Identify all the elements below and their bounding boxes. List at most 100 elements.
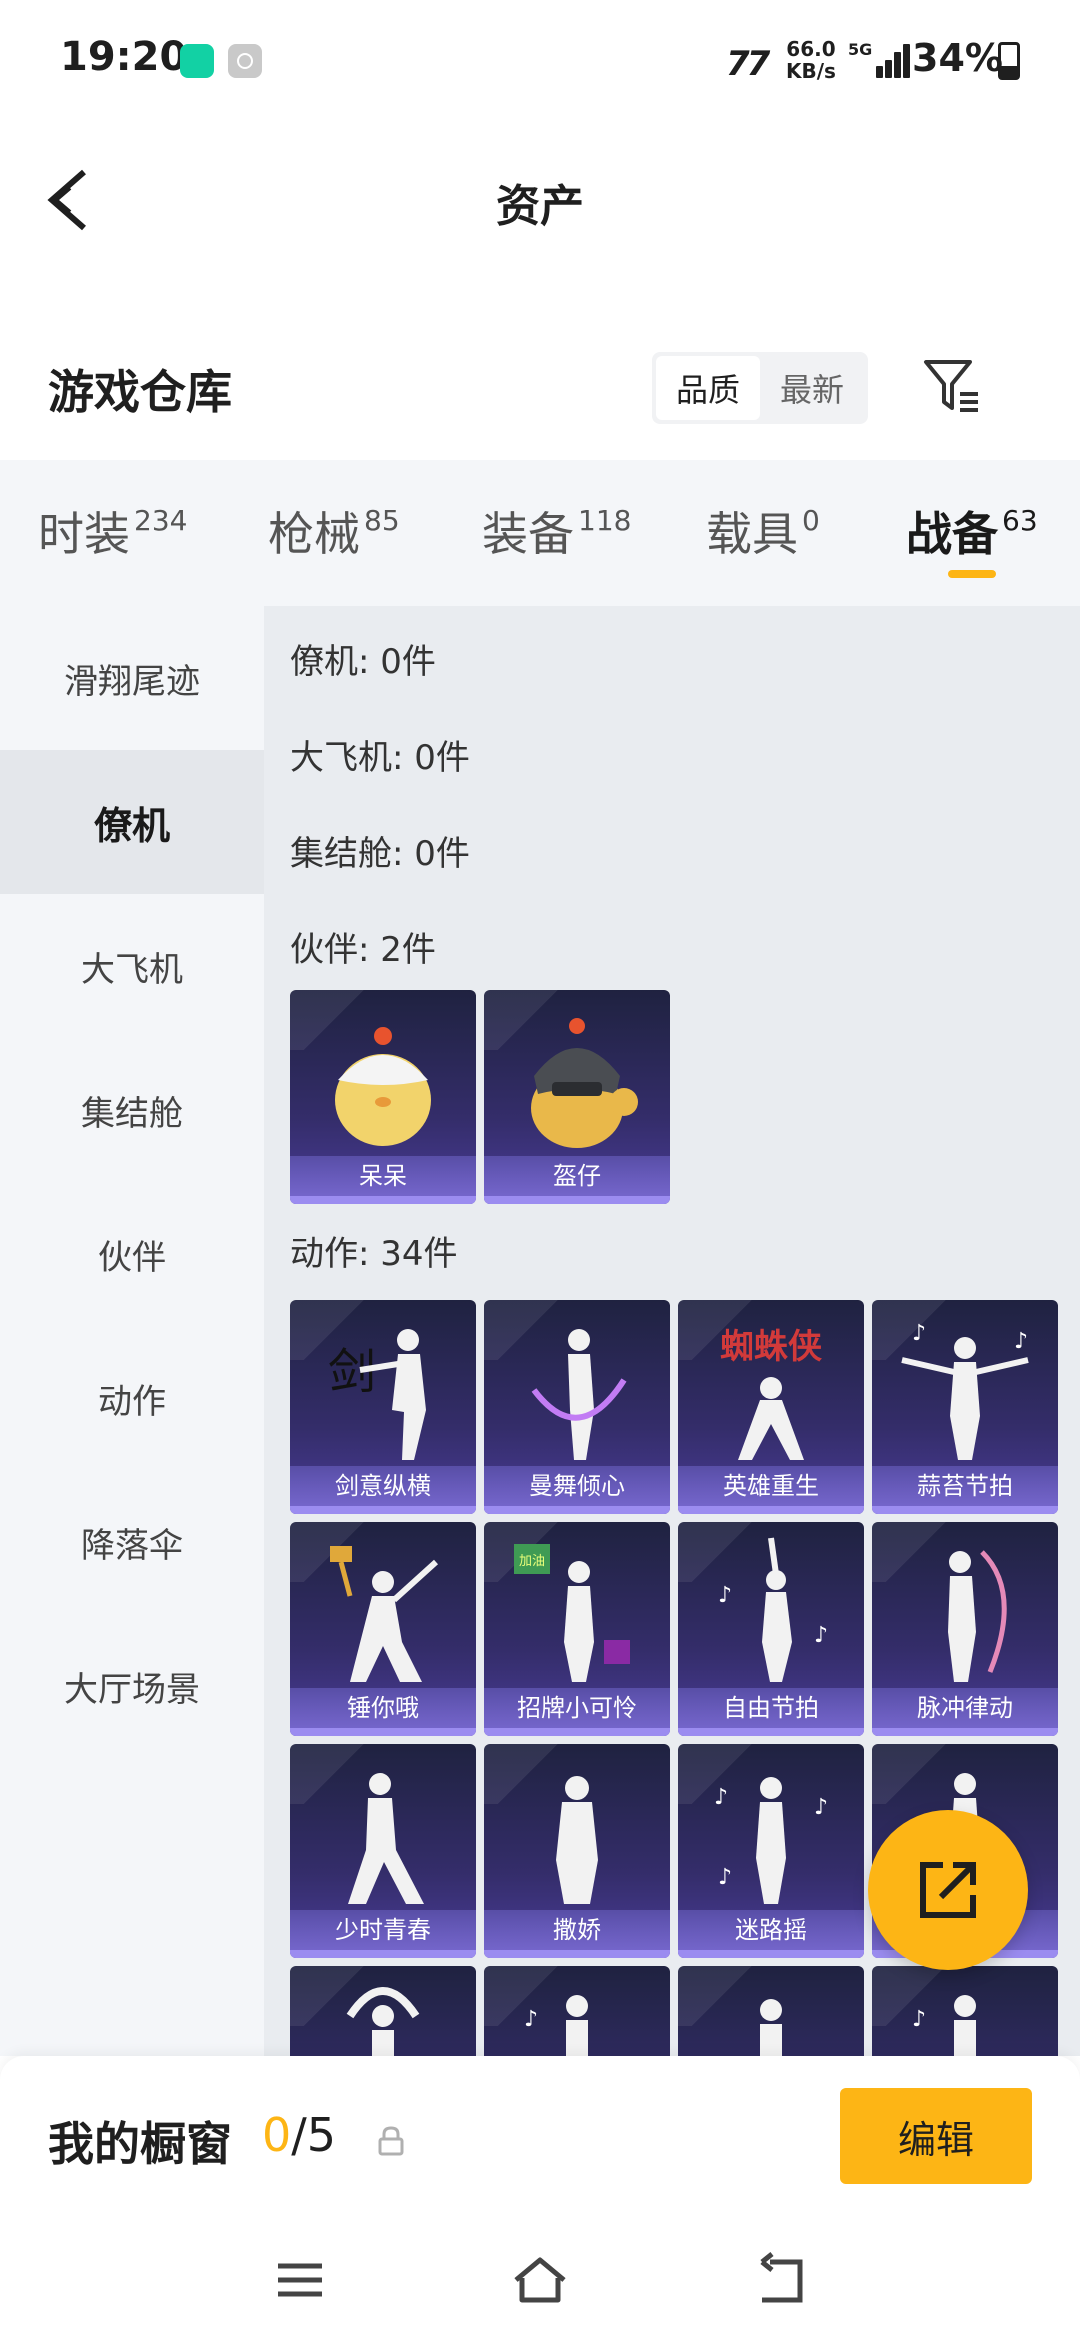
item-card[interactable]: 曼舞倾心 (484, 1300, 670, 1514)
item-card[interactable]: ♪ ♪ 蒜苔节拍 (872, 1300, 1058, 1514)
side-item-lobby-scene[interactable]: 大厅场景 (0, 1614, 264, 1758)
item-name: 盔仔 (484, 1156, 670, 1196)
section-label-big-plane: 大飞机: 0件 (290, 738, 470, 778)
category-tabs: 时装 234 枪械 85 装备 118 载具 0 战备 63 (0, 460, 1080, 606)
signal-icon (868, 42, 910, 78)
tab-equipment[interactable]: 装备 118 (482, 498, 631, 564)
item-card[interactable]: 盔仔 (484, 990, 670, 1204)
item-name: 剑意纵横 (290, 1466, 476, 1506)
svg-text:♪: ♪ (714, 1785, 728, 1810)
svg-text:剑: 剑 (328, 1344, 376, 1400)
side-nav: 滑翔尾迹 僚机 大飞机 集结舱 伙伴 动作 降落伞 大厅场景 (0, 606, 264, 2056)
emote-figure (760, 1999, 782, 2056)
side-item-emote[interactable]: 动作 (0, 1326, 264, 1470)
emote-figure (948, 1550, 1007, 1682)
section-label-partner: 伙伴: 2件 (290, 930, 436, 970)
showcase-bar: 我的橱窗 0/5 编辑 (0, 2056, 1080, 2216)
section-label-pod: 集结舱: 0件 (290, 834, 470, 874)
tab-fashion[interactable]: 时装 234 (38, 498, 187, 564)
emote-figure (346, 1987, 420, 2056)
svg-text:蜘蛛侠: 蜘蛛侠 (720, 1327, 823, 1367)
svg-text:♪: ♪ (814, 1623, 828, 1648)
item-name: 自由节拍 (678, 1688, 864, 1728)
svg-text:♪: ♪ (1014, 1329, 1028, 1354)
item-card[interactable]: 少时青春 (290, 1744, 476, 1958)
speed-value: 66.0 (786, 37, 836, 61)
side-item-parachute[interactable]: 降落伞 (0, 1470, 264, 1614)
lock-icon (378, 2126, 404, 2156)
item-card[interactable]: 剑 剑意纵横 (290, 1300, 476, 1514)
item-card[interactable] (290, 1966, 476, 2056)
showcase-label: 我的橱窗 (48, 2117, 232, 2171)
back-nav-icon[interactable] (750, 2250, 810, 2310)
side-item-wingman[interactable]: 僚机 (0, 750, 264, 894)
emote-figure (330, 1546, 439, 1682)
emote-figure (531, 1329, 627, 1460)
section-label-emote: 动作: 34件 (290, 1234, 458, 1274)
section-label-wingman: 僚机: 0件 (290, 642, 436, 682)
filter-icon (924, 360, 978, 412)
emote-figure: ♪ ♪ (901, 1321, 1029, 1460)
item-name: 迷路摇 (678, 1910, 864, 1950)
item-name: 撒娇 (484, 1910, 670, 1950)
item-card[interactable]: ♪ (872, 1966, 1058, 2056)
network-speed: 66.0 KB/s (786, 38, 836, 82)
side-item-pod[interactable]: 集结舱 (0, 1038, 264, 1182)
svg-text:♪: ♪ (814, 1795, 828, 1820)
item-name: 脉冲律动 (872, 1688, 1058, 1728)
shield-app-icon (180, 44, 214, 78)
sort-newest-button[interactable]: 最新 (760, 356, 864, 420)
emote-figure (556, 1776, 598, 1904)
settings-app-icon (228, 44, 262, 78)
speed-unit: KB/s (786, 59, 836, 83)
filter-button[interactable] (920, 354, 984, 418)
sort-quality-button[interactable]: 品质 (656, 356, 760, 420)
status-time: 19:20 (60, 34, 188, 80)
home-icon[interactable] (510, 2250, 570, 2310)
svg-text:♪: ♪ (912, 2007, 926, 2032)
edit-button[interactable]: 编辑 (840, 2088, 1032, 2184)
item-name: 少时青春 (290, 1910, 476, 1950)
emote-figure: 加油 (514, 1544, 630, 1682)
top-app-bar: 资产 (0, 140, 1080, 260)
tab-vehicles[interactable]: 载具 0 (706, 498, 820, 564)
item-card[interactable]: 蜘蛛侠 英雄重生 (678, 1300, 864, 1514)
system-nav-bar (0, 2216, 1080, 2344)
svg-text:♪: ♪ (718, 1583, 732, 1608)
side-item-glide-trail[interactable]: 滑翔尾迹 (0, 606, 264, 750)
item-card[interactable]: ♪ ♪ ♪ 迷路摇 (678, 1744, 864, 1958)
item-card[interactable]: ♪ ♪ 自由节拍 (678, 1522, 864, 1736)
status-bar: 19:20 77 66.0 KB/s 5G 34% (0, 0, 1080, 120)
network-logo-icon: 77 (726, 44, 770, 84)
share-fab[interactable] (868, 1810, 1028, 1970)
item-name: 英雄重生 (678, 1466, 864, 1506)
item-card[interactable] (678, 1966, 864, 2056)
emote-figure: 剑 (328, 1329, 426, 1460)
chick-figure (335, 1027, 431, 1146)
item-card[interactable]: 锤你哦 (290, 1522, 476, 1736)
side-item-big-plane[interactable]: 大飞机 (0, 894, 264, 1038)
svg-text:加油: 加油 (519, 1554, 545, 1569)
svg-text:♪: ♪ (912, 1321, 926, 1346)
emote-figure: 蜘蛛侠 (720, 1327, 823, 1460)
item-card[interactable]: 加油 招牌小可怜 (484, 1522, 670, 1736)
tab-guns[interactable]: 枪械 85 (268, 498, 400, 564)
svg-text:♪: ♪ (718, 1865, 732, 1890)
emote-figure: ♪ ♪ (718, 1537, 828, 1682)
item-card[interactable]: ♪ (484, 1966, 670, 2056)
battery-icon (998, 42, 1020, 80)
tab-battle-prep[interactable]: 战备 63 (906, 498, 1038, 564)
active-tab-indicator (948, 570, 996, 578)
item-card[interactable]: 脉冲律动 (872, 1522, 1058, 1736)
helmet-chick-figure (531, 1018, 638, 1148)
svg-text:♪: ♪ (524, 2007, 538, 2032)
menu-icon[interactable] (270, 2250, 330, 2310)
item-name: 锤你哦 (290, 1688, 476, 1728)
item-name: 招牌小可怜 (484, 1688, 670, 1728)
battery-percent: 34% (912, 36, 1003, 80)
item-card[interactable]: 撒娇 (484, 1744, 670, 1958)
item-card[interactable]: 呆呆 (290, 990, 476, 1204)
item-name: 曼舞倾心 (484, 1466, 670, 1506)
emote-figure: ♪ (912, 1995, 976, 2056)
side-item-partner[interactable]: 伙伴 (0, 1182, 264, 1326)
